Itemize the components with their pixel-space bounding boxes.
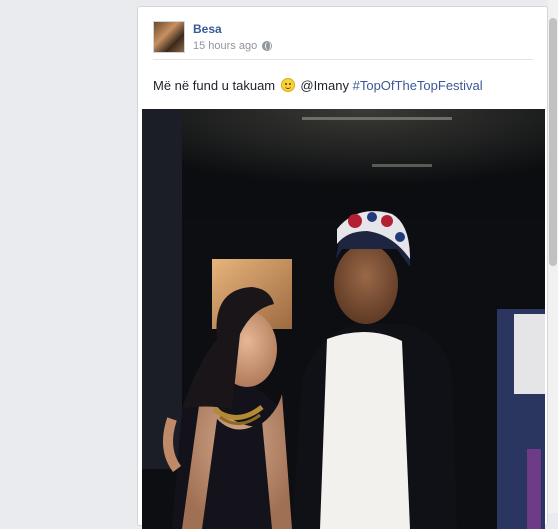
post-photo[interactable] [142, 109, 545, 529]
post-text: Më në fund u takuam @Imany #TopOfTheTopF… [153, 77, 538, 94]
post-text-body: Më në fund u takuam [153, 78, 279, 93]
author-name[interactable]: Besa [193, 22, 222, 36]
post-card: Besa 15 hours ago Më në fund u takuam @I… [137, 6, 548, 529]
news-feed: Besa 15 hours ago Më në fund u takuam @I… [0, 0, 558, 529]
page-scrollbar[interactable] [548, 0, 558, 513]
author-avatar[interactable] [153, 21, 185, 53]
post-header: Besa 15 hours ago [153, 21, 533, 55]
header-divider [153, 59, 533, 60]
smiley-emoji-icon [280, 78, 295, 92]
photo-image [142, 109, 545, 529]
globe-icon[interactable] [262, 41, 273, 51]
post-meta: 15 hours ago [193, 40, 273, 52]
mention-link[interactable]: @Imany [300, 78, 349, 93]
scrollbar-thumb[interactable] [549, 18, 557, 266]
hashtag-link[interactable]: #TopOfTheTopFestival [353, 78, 483, 93]
post-timestamp[interactable]: 15 hours ago [193, 40, 257, 52]
